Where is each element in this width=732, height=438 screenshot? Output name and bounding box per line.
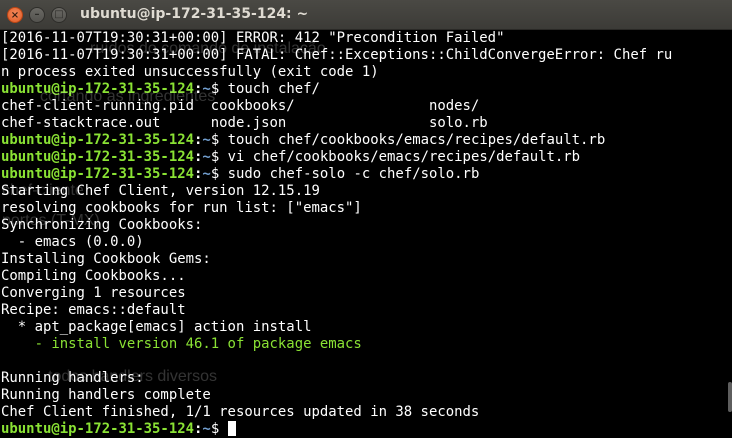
ghost-overlay-text: ruídos do comando de instalação xyxy=(90,40,326,57)
prompt-dollar: $ xyxy=(210,166,228,182)
output-line: Compiling Cookbooks... xyxy=(1,268,186,284)
output-line: n process exited unsuccessfully (exit co… xyxy=(1,64,379,80)
output-line: Chef Client finished, 1/1 resources upda… xyxy=(1,404,480,420)
close-button[interactable]: × xyxy=(7,7,23,23)
prompt-line: ubuntu@ip-172-31-35-124:~$ touch chef/co… xyxy=(1,132,732,149)
prompt-user-host: ubuntu@ip-172-31-35-124 xyxy=(1,132,194,148)
prompt-user-host: ubuntu@ip-172-31-35-124 xyxy=(1,166,194,182)
output-line: * apt_package[emacs] action install xyxy=(1,319,312,335)
prompt-path: ~ xyxy=(202,421,211,437)
ghost-overlay-text: chef-cliente xyxy=(2,182,84,199)
terminal-window: × – □ ubuntu@ip-172-31-35-124: ~ [2016-1… xyxy=(0,0,732,438)
close-icon: × xyxy=(10,10,20,21)
title-bar[interactable]: × – □ ubuntu@ip-172-31-35-124: ~ xyxy=(0,0,732,30)
command-text: vi chef/cookbooks/emacs/recipes/default.… xyxy=(227,149,581,165)
prompt-dollar: $ xyxy=(210,132,228,148)
output-line: Installing Cookbook Gems: xyxy=(1,251,211,267)
prompt-path: ~ xyxy=(202,149,211,165)
prompt-path: ~ xyxy=(202,166,211,182)
prompt-user-host: ubuntu@ip-172-31-35-124 xyxy=(1,149,194,165)
prompt-path: ~ xyxy=(202,132,211,148)
ghost-overlay-text: cortando as ingredientes xyxy=(40,88,216,105)
minimize-icon: – xyxy=(34,9,40,20)
output-line: - emacs (0.0.0) xyxy=(1,234,144,250)
prompt-line: ubuntu@ip-172-31-35-124:~$ vi chef/cookb… xyxy=(1,149,732,166)
active-prompt-line[interactable]: ubuntu@ip-172-31-35-124:~$ xyxy=(1,421,732,438)
prompt-line: ubuntu@ip-172-31-35-124:~$ sudo chef-sol… xyxy=(1,166,732,183)
output-line: Synchronizing Cookbooks: xyxy=(1,217,203,233)
output-line: Recipe: emacs::default xyxy=(1,302,186,318)
window-title: ubuntu@ip-172-31-35-124: ~ xyxy=(80,6,309,22)
prompt-dollar: $ xyxy=(210,421,228,437)
maximize-button[interactable]: □ xyxy=(51,7,67,23)
minimize-button[interactable]: – xyxy=(29,7,45,23)
scrollbar[interactable] xyxy=(728,382,732,412)
ghost-overlay-text: todos handlers diversos xyxy=(48,368,217,385)
command-text: touch chef/ xyxy=(227,81,320,97)
text-cursor[interactable] xyxy=(227,421,236,436)
maximize-icon: □ xyxy=(54,9,64,20)
prompt-user-host: ubuntu@ip-172-31-35-124 xyxy=(1,421,194,437)
command-text: touch chef/cookbooks/emacs/recipes/defau… xyxy=(227,132,606,148)
output-line: Starting Chef Client, version 12.15.19 xyxy=(1,183,320,199)
success-output-line: - install version 46.1 of package emacs xyxy=(1,336,362,352)
output-line: resolving cookbooks for run list: ["emac… xyxy=(1,200,362,216)
output-line: Running handlers complete xyxy=(1,387,211,403)
output-line: chef-stacktrace.out node.json solo.rb xyxy=(1,115,488,131)
output-line: Converging 1 resources xyxy=(1,285,186,301)
prompt-dollar: $ xyxy=(210,149,228,165)
command-text: sudo chef-solo -c chef/solo.rb xyxy=(227,166,480,182)
ghost-overlay-text: portos (T-MX) xyxy=(2,212,100,229)
